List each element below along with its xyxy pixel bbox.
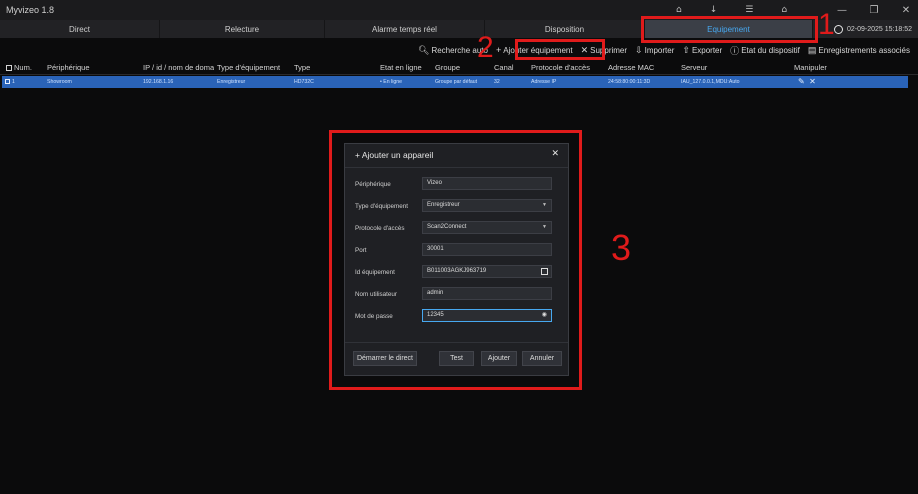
minimize-icon[interactable]: — — [836, 5, 848, 16]
annotation-box-1 — [641, 16, 818, 43]
tab-relecture[interactable]: Relecture — [160, 20, 325, 38]
cell-ip: 192.168.1.16 — [143, 79, 174, 85]
info-icon: ⓘ — [730, 45, 740, 56]
home-icon[interactable]: ⌂ — [676, 5, 682, 15]
header-server: Serveur — [681, 63, 708, 72]
annotation-number-1: 1 — [818, 8, 835, 41]
cell-status: • En ligne — [380, 79, 403, 85]
edit-icon[interactable]: ✎ — [798, 77, 805, 86]
header-equip-type: Type d'équipement — [217, 63, 281, 72]
table-header: Num. Périphérique IP / id / nom de domai… — [0, 61, 918, 75]
window-controls: — ❐ ✕ — [836, 0, 912, 20]
close-icon[interactable]: ✕ — [900, 5, 912, 16]
header-device: Périphérique — [47, 63, 90, 72]
header-channel: Canal — [494, 63, 514, 72]
export-label: Exporter — [691, 45, 723, 55]
row-checkbox[interactable] — [5, 79, 10, 85]
maximize-icon[interactable]: ❐ — [868, 5, 880, 16]
header-type: Type — [294, 63, 311, 72]
select-all-checkbox[interactable] — [6, 65, 12, 72]
header-actions: Manipuler — [794, 63, 827, 72]
cell-channel: 32 — [494, 79, 500, 85]
header-protocol: Protocole d'accès — [531, 63, 590, 72]
cell-server: IAU_127.0.0.1,MDU:Auto — [681, 79, 740, 85]
linked-recordings-label: Enregistrements associés — [818, 45, 910, 55]
cell-num[interactable]: 1 — [5, 76, 35, 88]
header-status: Etat en ligne — [380, 63, 422, 72]
toolbar: 🔍︎ Recherche auto + Ajouter équipement ✕… — [0, 40, 918, 60]
download-icon[interactable]: ↓ — [710, 5, 718, 15]
app-title: Myvizeo 1.8 — [6, 5, 55, 15]
export-icon: ⇧ — [682, 44, 690, 55]
cell-protocol: Adresse IP — [531, 79, 557, 85]
header-mac: Adresse MAC — [608, 63, 655, 72]
annotation-box-3 — [329, 130, 582, 390]
lock-icon[interactable]: ⌂ — [781, 5, 787, 15]
header-ip: IP / id / nom de domaine — [143, 63, 214, 72]
menu-icon[interactable]: ☰ — [745, 5, 753, 15]
datetime-text: 02-09-2025 15:18:52 — [847, 25, 912, 33]
export-button[interactable]: ⇧ Exporter — [682, 45, 722, 56]
import-label: Importer — [644, 45, 675, 55]
tab-direct[interactable]: Direct — [0, 20, 160, 38]
cell-equip-type: Enregistreur — [217, 79, 246, 85]
tab-disposition[interactable]: Disposition — [485, 20, 645, 38]
delete-row-icon[interactable]: ✕ — [809, 77, 816, 86]
datetime: 02-09-2025 15:18:52 — [834, 20, 912, 38]
cell-actions: ✎ ✕ — [798, 76, 838, 88]
cell-mac: 24:58:80:00:11:3D — [608, 79, 651, 85]
cell-type: HD732C — [294, 79, 314, 85]
annotation-box-2 — [515, 39, 605, 60]
cell-device: Showroom — [47, 79, 72, 85]
plus-icon: + — [495, 45, 502, 55]
tab-alarme[interactable]: Alarme temps réel — [325, 20, 485, 38]
device-status-label: Etat du dispositif — [741, 45, 800, 55]
linked-recordings-button[interactable]: ▤ Enregistrements associés — [808, 45, 910, 56]
import-button[interactable]: ⇩ Importer — [635, 45, 674, 56]
cell-group: Groupe par défaut — [435, 79, 478, 85]
device-status-button[interactable]: ⓘ Etat du dispositif — [730, 44, 800, 57]
link-icon: ▤ — [807, 44, 817, 55]
search-icon: 🔍︎ — [418, 44, 430, 55]
annotation-number-3: 3 — [611, 227, 632, 268]
annotation-number-2: 2 — [477, 31, 494, 64]
import-icon: ⇩ — [635, 44, 643, 55]
header-num[interactable]: Num. — [6, 61, 40, 75]
table-row[interactable]: 1 Showroom 192.168.1.16 Enregistreur HD7… — [2, 76, 908, 88]
clock-icon — [834, 24, 843, 34]
